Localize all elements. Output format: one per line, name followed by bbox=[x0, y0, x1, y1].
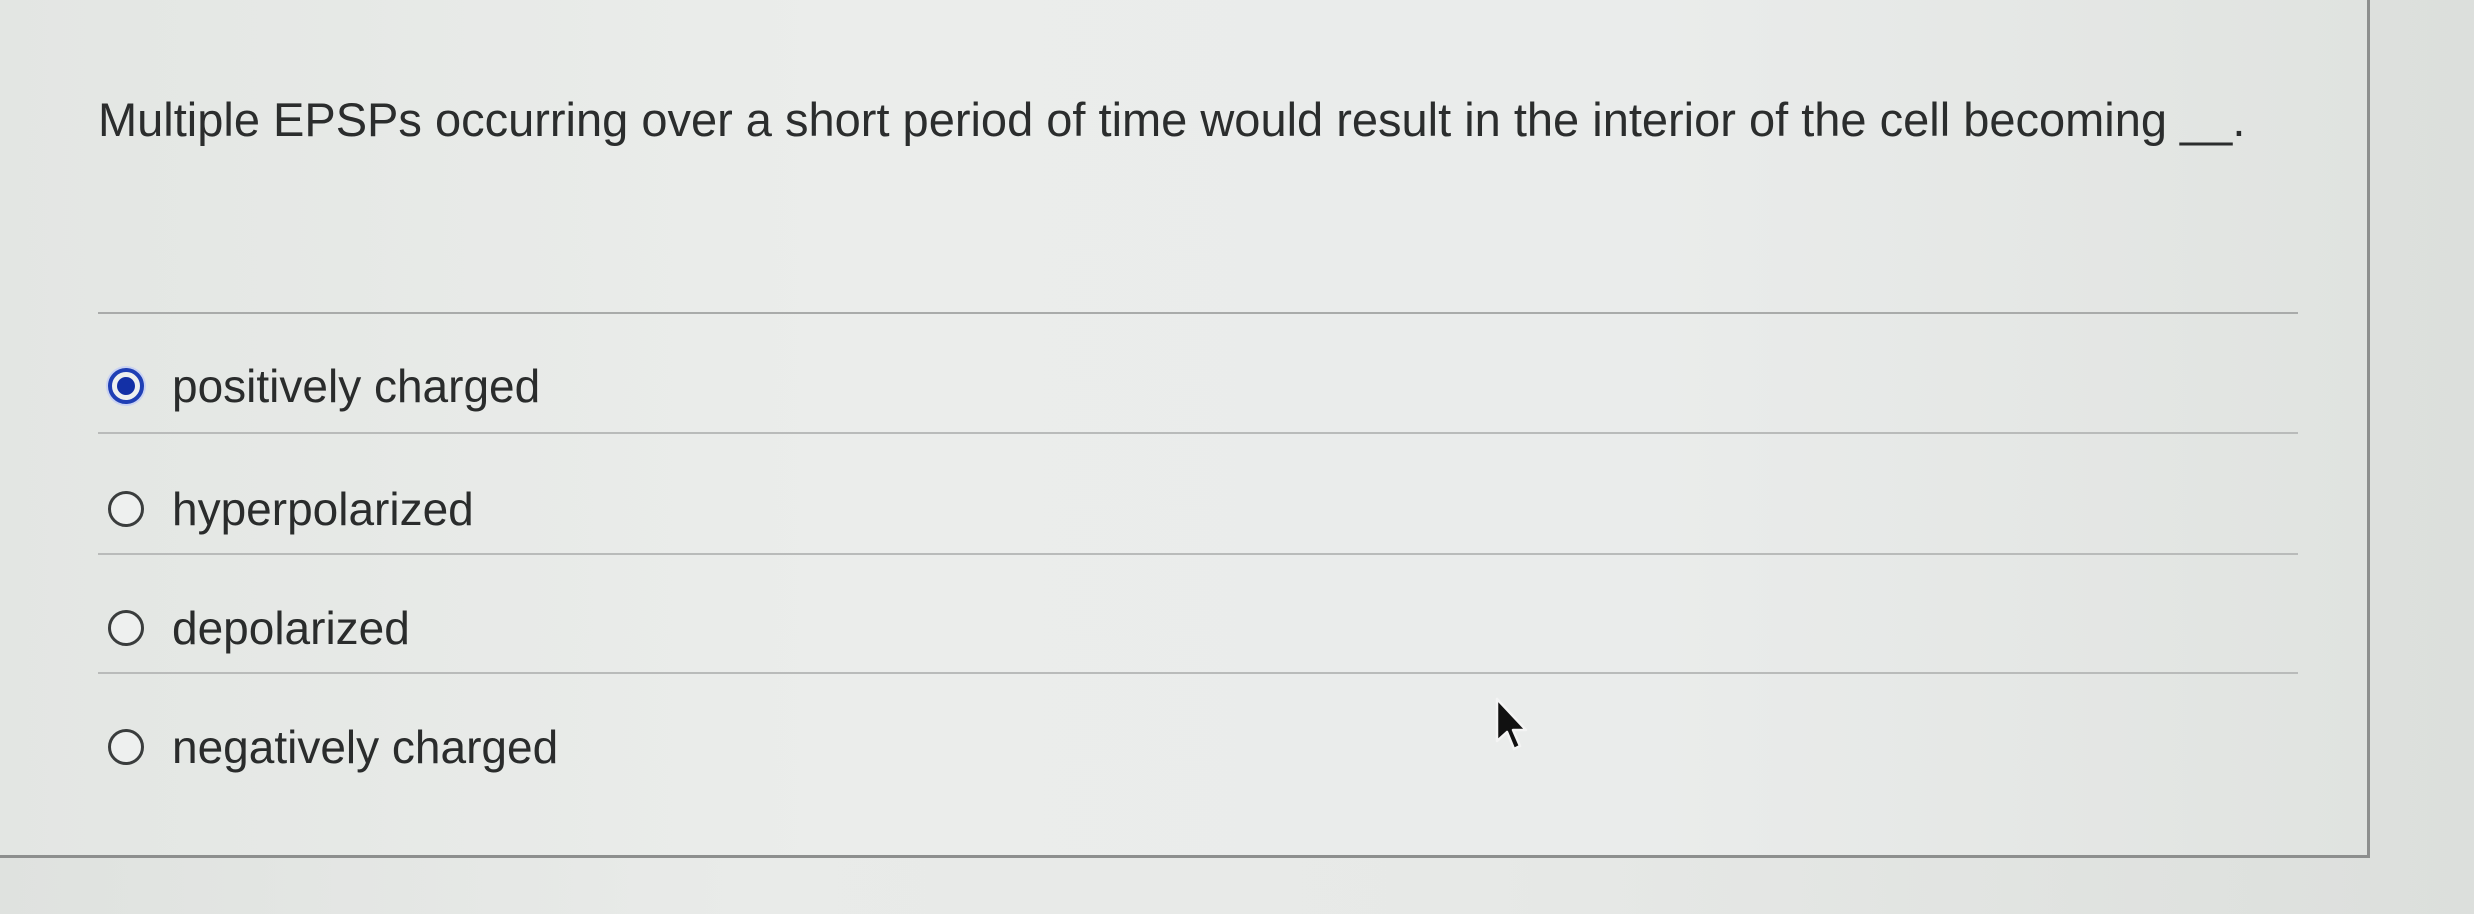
radio-button-selected[interactable] bbox=[108, 368, 144, 404]
option-hyperpolarized[interactable]: hyperpolarized bbox=[108, 474, 474, 544]
radio-button[interactable] bbox=[108, 491, 144, 527]
question-divider bbox=[98, 312, 2298, 314]
option-divider bbox=[98, 672, 2298, 674]
question-text: Multiple EPSPs occurring over a short pe… bbox=[98, 93, 2246, 146]
question-card: Multiple EPSPs occurring over a short pe… bbox=[0, 0, 2370, 858]
option-depolarized[interactable]: depolarized bbox=[108, 593, 410, 663]
radio-button[interactable] bbox=[108, 729, 144, 765]
option-label: hyperpolarized bbox=[172, 483, 474, 535]
option-label: depolarized bbox=[172, 602, 410, 654]
option-negatively-charged[interactable]: negatively charged bbox=[108, 712, 558, 782]
option-label: negatively charged bbox=[172, 721, 559, 773]
option-divider bbox=[98, 553, 2298, 555]
option-divider bbox=[98, 432, 2298, 434]
page: Multiple EPSPs occurring over a short pe… bbox=[0, 0, 2474, 914]
radio-button[interactable] bbox=[108, 610, 144, 646]
option-label: positively charged bbox=[172, 360, 541, 412]
mouse-pointer-icon bbox=[1495, 697, 1528, 751]
option-positively-charged[interactable]: positively charged bbox=[108, 351, 540, 421]
